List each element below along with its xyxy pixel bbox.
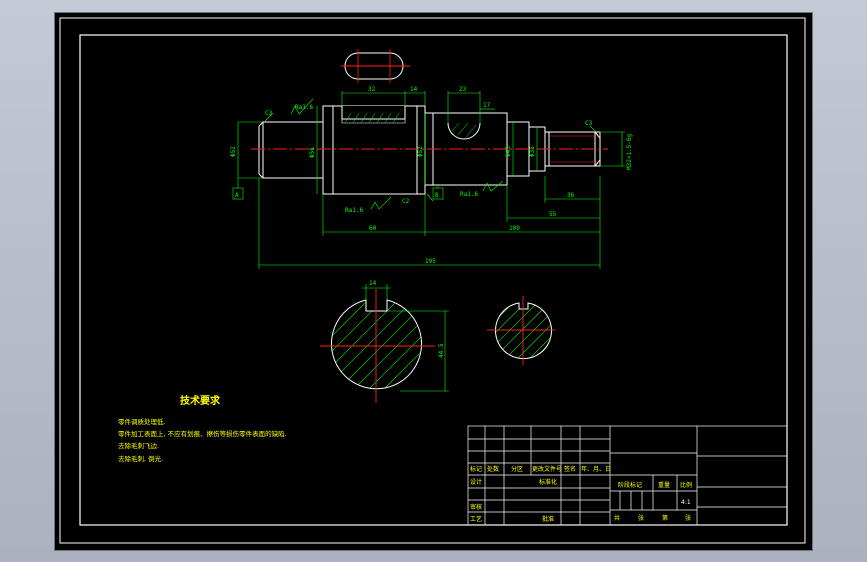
tb-sign: 签名 <box>564 465 576 473</box>
shaft-main-view <box>251 105 608 195</box>
dim-60: 60 <box>369 225 377 232</box>
drawing-sheet: 32 14 23 17 C3 C3 C2 Ra1.6 Ra1.6 Ra1.6 Φ… <box>59 17 806 544</box>
chamfer-c3-right: C3 <box>585 120 593 127</box>
dim-23: 23 <box>459 86 467 93</box>
tb-design: 设计 <box>470 478 482 486</box>
tb-weight: 重量 <box>658 481 670 489</box>
technical-notes: 技术要求 零件调质处理低. 零件加工表面上, 不应有划痕、擦伤等损伤零件表面的缺… <box>118 394 287 463</box>
tb-page: 第 <box>662 514 668 522</box>
dim-phi-left: Φ52 <box>230 146 237 157</box>
dim-55: 55 <box>549 211 557 218</box>
note-1: 零件调质处理低. <box>118 417 166 426</box>
tb-mark: 标记 <box>470 465 482 473</box>
tb-sheet2: 张 <box>685 514 691 522</box>
section-small <box>487 296 555 365</box>
tb-approve: 批准 <box>542 515 554 523</box>
tb-date: 年、月、日 <box>581 465 611 473</box>
roughness-bottom: Ra1.6 <box>345 207 363 214</box>
tb-stage: 阶段标记 <box>618 481 642 489</box>
datum-a: A <box>235 192 239 199</box>
dim-phi-mid: Φ56 <box>309 147 316 158</box>
dim-phi-r2: Φ35 <box>529 146 536 157</box>
chamfer-c2: C2 <box>402 198 410 205</box>
note-3: 去除毛刺飞边. <box>118 441 159 450</box>
cad-canvas: 32 14 23 17 C3 C3 C2 Ra1.6 Ra1.6 Ra1.6 Φ… <box>55 13 812 550</box>
notes-title: 技术要求 <box>180 394 221 407</box>
roughness-right: Ra1.6 <box>460 191 478 198</box>
dim-14: 14 <box>410 86 418 93</box>
dim-phi-r1: Φ45 <box>505 146 512 157</box>
tb-ratio: 比例 <box>680 481 692 489</box>
tb-change-doc: 更改文件号 <box>532 465 562 473</box>
datum-b: B <box>435 192 439 199</box>
dim-32: 32 <box>368 86 376 93</box>
dim-36: 36 <box>567 192 575 199</box>
tb-count: 处数 <box>487 465 499 473</box>
dim-phi-b: Φ52 <box>417 146 424 157</box>
note-2: 零件加工表面上, 不应有划痕、擦伤等损伤零件表面的缺陷. <box>118 429 287 438</box>
title-block: 标记 处数 分区 更改文件号 签名 年、月、日 设计 标准化 审核 工艺 批准 … <box>467 425 788 526</box>
keyway-top-view <box>341 49 410 83</box>
dimension-lines <box>232 91 625 269</box>
note-4: 去除毛刺, 倒光. <box>118 454 163 463</box>
dim-17: 17 <box>483 102 491 109</box>
dim-109: 109 <box>509 225 520 232</box>
tb-standard: 标准化 <box>539 478 557 486</box>
section-large: 14 44.5 <box>320 280 449 403</box>
roughness-top: Ra1.6 <box>295 104 313 111</box>
dim-195: 195 <box>425 258 436 265</box>
tb-total: 共 <box>614 514 620 522</box>
section-key-width: 14 <box>369 280 377 287</box>
tb-sheets: 张 <box>638 514 644 522</box>
tb-review: 审核 <box>470 503 482 511</box>
tb-scale: 4:1 <box>681 499 691 506</box>
chamfer-c3-left: C3 <box>265 110 273 117</box>
outer-frame <box>59 17 806 544</box>
dim-thread: M32×1.5-6g <box>626 133 633 170</box>
section-depth: 44.5 <box>438 343 445 358</box>
inner-frame <box>79 34 788 526</box>
tb-process: 工艺 <box>470 515 482 523</box>
tb-zone: 分区 <box>511 465 523 473</box>
